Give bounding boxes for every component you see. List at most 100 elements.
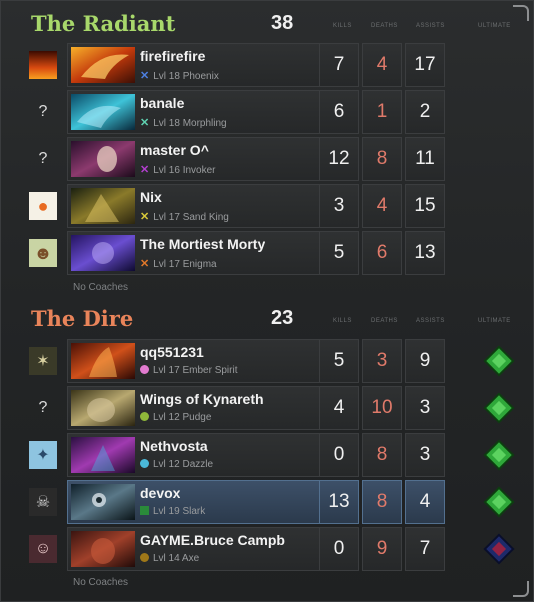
hero-portrait-phoenix — [71, 47, 135, 83]
player-card[interactable]: devox Lvl 19 Slark 833 — [67, 480, 343, 524]
team-color-marker — [140, 506, 149, 515]
player-hero-info: ✕ Lvl 17 Enigma — [140, 257, 217, 270]
player-level: Lvl 12 — [153, 459, 180, 470]
hero-portrait-sand-king — [71, 188, 135, 224]
ultimate-ready-icon — [483, 486, 515, 518]
hero-name: Invoker — [182, 165, 216, 176]
player-name: Nix — [140, 189, 162, 205]
player-level: Lvl 18 — [153, 71, 180, 82]
player-hero-info: ✕ Lvl 18 Phoenix — [140, 69, 219, 82]
player-card[interactable]: firefirefire ✕Lvl 18 Phoenix ◀ — [67, 43, 343, 87]
deaths-value: 6 — [362, 231, 402, 275]
player-name: The Mortiest Morty — [140, 236, 266, 252]
kills-value: 12 — [319, 137, 359, 181]
kills-header: KILLS — [333, 318, 352, 324]
player-hero-info: ✕ Lvl 18 Morphling — [140, 116, 227, 129]
player-card[interactable]: GAYME.Bruce Campb Lvl 14 Axe 53 ● — [67, 527, 343, 571]
player-level: Lvl 17 — [153, 259, 180, 270]
player-card[interactable]: Nethvosta Lvl 12 Dazzle 37 ● — [67, 433, 343, 477]
hero-portrait-pudge — [71, 390, 135, 426]
player-hero-info: Lvl 12 Dazzle — [140, 459, 213, 470]
hero-name: Dazzle — [182, 459, 214, 470]
deaths-value: 3 — [362, 339, 402, 383]
avatar: ☺ — [29, 535, 57, 563]
hero-name: Morphling — [182, 118, 227, 129]
player-level: Lvl 18 — [153, 118, 180, 129]
kills-value: 4 — [319, 386, 359, 430]
deaths-value: 4 — [362, 43, 402, 87]
team-color-marker — [140, 412, 149, 421]
avatar-placeholder: ? — [38, 150, 48, 167]
avatar — [29, 51, 57, 79]
player-row[interactable]: ? master O^ ✕Lvl 16 Invoker ◀ 12 8 11 — [27, 137, 527, 181]
kills-header: KILLS — [333, 23, 352, 29]
hero-portrait-morphling — [71, 94, 135, 130]
player-level: Lvl 16 — [153, 165, 180, 176]
hero-name: Slark — [182, 506, 206, 517]
team-color-marker: ✕ — [140, 70, 150, 82]
deaths-value: 10 — [362, 386, 402, 430]
deaths-value: 4 — [362, 184, 402, 228]
dire-score: 23 — [271, 307, 294, 329]
dire-header: The Dire 23 KILLS DEATHS ASSISTS ULTIMAT… — [31, 306, 521, 336]
avatar-placeholder: ? — [38, 103, 48, 120]
player-card[interactable]: qq551231 Lvl 17 Ember Spirit 646 ◀ — [67, 339, 343, 383]
deaths-value: 8 — [362, 137, 402, 181]
ultimate-no-mana-icon — [483, 533, 515, 565]
player-row[interactable]: ✶ qq551231 Lvl 17 Ember Spirit 646 ◀ 5 3… — [27, 339, 527, 383]
player-row[interactable]: firefirefire ✕Lvl 18 Phoenix ◀ 7 4 17 — [27, 43, 527, 87]
player-name: GAYME.Bruce Campb — [140, 532, 285, 548]
deaths-header: DEATHS — [371, 23, 398, 29]
player-row[interactable]: ? banale ✕Lvl 18 Morphling ◀ 6 1 2 — [27, 90, 527, 134]
avatar-placeholder: ? — [38, 399, 48, 416]
assists-value: 11 — [405, 137, 445, 181]
player-row[interactable]: ☻ The Mortiest Morty ✕Lvl 17 Enigma ◀ 5 … — [27, 231, 527, 275]
player-hero-info: ✕ Lvl 16 Invoker — [140, 163, 215, 176]
player-hero-info: ✕ Lvl 17 Sand King — [140, 210, 229, 223]
kills-value: 0 — [319, 433, 359, 477]
player-name: Nethvosta — [140, 438, 208, 454]
player-card[interactable]: Nix ✕Lvl 17 Sand King ◀ — [67, 184, 343, 228]
assists-value: 3 — [405, 386, 445, 430]
player-card[interactable]: The Mortiest Morty ✕Lvl 17 Enigma ◀ — [67, 231, 343, 275]
hero-portrait-slark — [71, 484, 135, 520]
hero-name: Phoenix — [182, 71, 219, 82]
player-level: Lvl 17 — [153, 365, 180, 376]
assists-value: 9 — [405, 339, 445, 383]
player-name: firefirefire — [140, 48, 206, 64]
player-card[interactable]: Wings of Kynareth Lvl 12 Pudge 857 ● — [67, 386, 343, 430]
ultimate-ready-icon — [483, 345, 515, 377]
player-row[interactable]: ● Nix ✕Lvl 17 Sand King ◀ 3 4 15 — [27, 184, 527, 228]
kills-value: 0 — [319, 527, 359, 571]
hero-name: Ember Spirit — [182, 365, 238, 376]
player-level: Lvl 19 — [153, 506, 180, 517]
radiant-score: 38 — [271, 12, 294, 34]
assists-header: ASSISTS — [416, 23, 445, 29]
player-row[interactable]: ☺ GAYME.Bruce Campb Lvl 14 Axe 53 ● 0 9 … — [27, 527, 527, 571]
player-row[interactable]: ? Wings of Kynareth Lvl 12 Pudge 857 ● 4… — [27, 386, 527, 430]
player-row-highlighted[interactable]: ☠ devox Lvl 19 Slark 833 13 8 4 — [27, 480, 527, 524]
hero-name: Pudge — [182, 412, 212, 423]
radiant-coaches: No Coaches — [73, 282, 129, 293]
assists-value: 17 — [405, 43, 445, 87]
assists-value: 3 — [405, 433, 445, 477]
player-card[interactable]: master O^ ✕Lvl 16 Invoker ◀ — [67, 137, 343, 181]
hero-name: Axe — [181, 553, 200, 564]
team-color-marker — [140, 553, 149, 562]
team-color-marker: ✕ — [140, 164, 150, 176]
avatar: ● — [29, 192, 57, 220]
scoreboard-panel: The Radiant 38 KILLS DEATHS ASSISTS ULTI… — [0, 0, 534, 602]
team-color-marker — [140, 459, 149, 468]
kills-value: 5 — [319, 339, 359, 383]
avatar: ☻ — [29, 239, 57, 267]
team-color-marker: ✕ — [140, 258, 150, 270]
dire-team-name: The Dire — [31, 306, 134, 331]
hero-portrait-ember-spirit — [71, 343, 135, 379]
player-hero-info: Lvl 14 Axe — [140, 553, 199, 564]
kills-value: 7 — [319, 43, 359, 87]
ultimate-ready-icon — [483, 392, 515, 424]
player-row[interactable]: ✦ Nethvosta Lvl 12 Dazzle 37 ● 0 8 3 — [27, 433, 527, 477]
radiant-header: The Radiant 38 KILLS DEATHS ASSISTS ULTI… — [31, 11, 521, 41]
player-card[interactable]: banale ✕Lvl 18 Morphling ◀ — [67, 90, 343, 134]
dire-coaches: No Coaches — [73, 577, 129, 588]
